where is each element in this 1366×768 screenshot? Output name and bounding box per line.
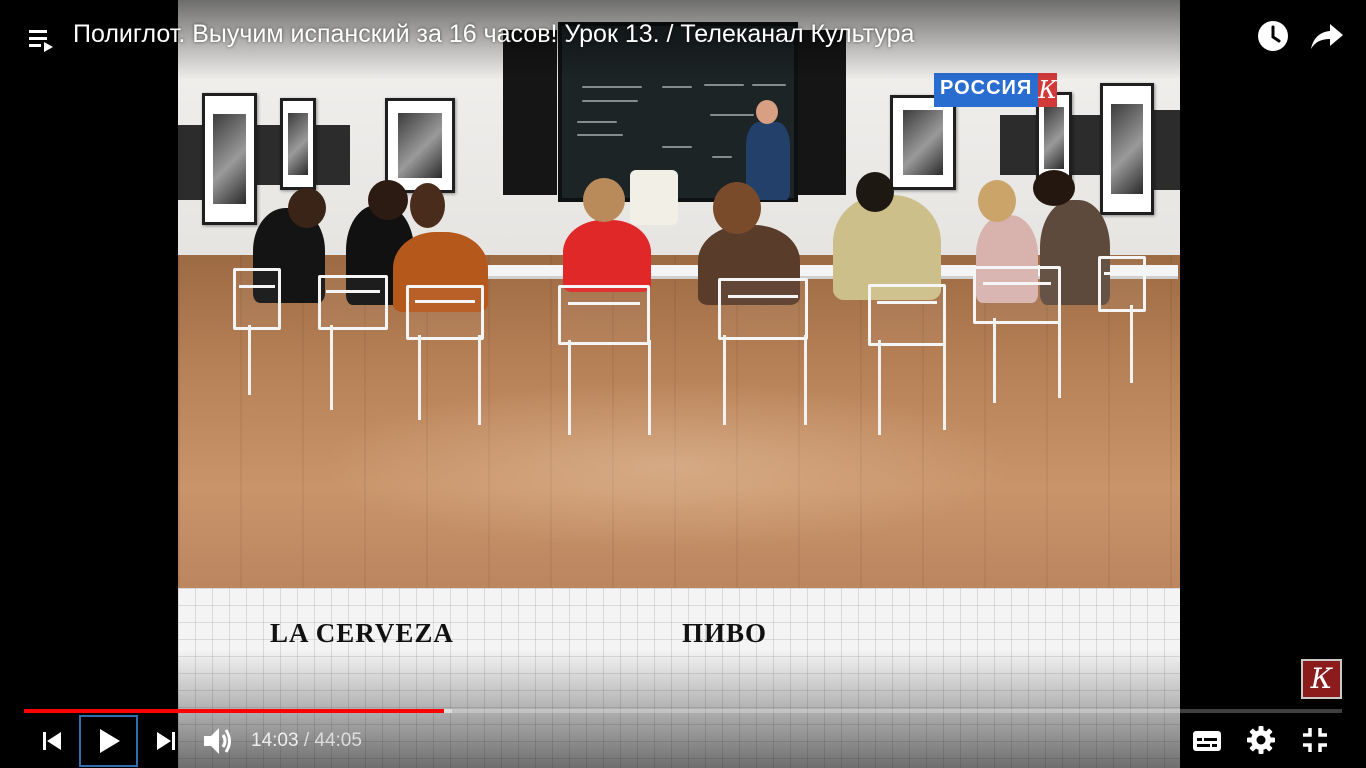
caption-russian-word: ПИВО bbox=[682, 618, 768, 648]
subtitles-button[interactable] bbox=[1190, 726, 1224, 756]
playlist-button[interactable] bbox=[26, 26, 56, 54]
duration: 44:05 bbox=[314, 730, 362, 751]
watch-later-button[interactable] bbox=[1255, 18, 1291, 54]
play-button[interactable] bbox=[79, 715, 138, 767]
student-head bbox=[288, 188, 326, 228]
chair bbox=[973, 266, 1061, 324]
teacher-chair bbox=[630, 170, 678, 225]
chair bbox=[233, 268, 281, 330]
student-head bbox=[1033, 170, 1075, 206]
next-button[interactable] bbox=[148, 722, 184, 760]
chair-leg bbox=[878, 340, 881, 435]
chair-leg bbox=[804, 335, 807, 425]
settings-button[interactable] bbox=[1244, 723, 1278, 757]
clock-icon bbox=[1258, 21, 1288, 51]
floor-reflection bbox=[318, 380, 1018, 550]
chair-leg bbox=[723, 335, 726, 425]
wall-picture bbox=[202, 93, 257, 225]
student-head bbox=[368, 180, 408, 220]
exit-fullscreen-button[interactable] bbox=[1298, 723, 1332, 757]
chair bbox=[318, 275, 388, 330]
chair-leg bbox=[993, 318, 996, 403]
share-button[interactable] bbox=[1308, 18, 1346, 54]
video-title[interactable]: Полиглот. Выучим испанский за 16 часов! … bbox=[73, 20, 914, 49]
subtitles-icon bbox=[1193, 731, 1221, 751]
play-icon bbox=[99, 729, 120, 753]
chair-leg bbox=[330, 325, 333, 410]
wall-picture bbox=[890, 95, 956, 190]
student-head bbox=[978, 180, 1016, 222]
student-head bbox=[713, 182, 761, 234]
skip-previous-icon bbox=[43, 732, 61, 750]
chair bbox=[718, 278, 808, 340]
chair bbox=[558, 285, 650, 345]
skip-next-icon bbox=[157, 732, 175, 750]
teacher-head bbox=[756, 100, 778, 124]
time-separator: / bbox=[303, 730, 310, 751]
chair-leg bbox=[1130, 305, 1133, 383]
chair bbox=[406, 285, 484, 340]
progress-bar[interactable] bbox=[24, 709, 1342, 713]
chair-leg bbox=[943, 340, 946, 430]
volume-icon bbox=[204, 728, 231, 754]
channel-watermark: К bbox=[1301, 659, 1342, 699]
chair-leg bbox=[478, 335, 481, 425]
progress-played bbox=[24, 709, 445, 713]
exit-fullscreen-icon bbox=[1303, 728, 1327, 752]
chair-leg bbox=[1058, 318, 1061, 398]
wall-picture bbox=[1100, 83, 1154, 215]
playlist-icon bbox=[29, 30, 53, 52]
wall-picture bbox=[385, 98, 455, 193]
volume-button[interactable] bbox=[198, 721, 238, 761]
chair-leg bbox=[568, 340, 571, 435]
student-head bbox=[856, 172, 894, 212]
student-head bbox=[410, 183, 445, 228]
student bbox=[563, 220, 651, 292]
chair-leg bbox=[648, 340, 651, 435]
chair-leg bbox=[248, 325, 251, 395]
current-time: 14:03 bbox=[251, 730, 299, 751]
chair bbox=[1098, 256, 1146, 312]
caption-spanish-word: LA CERVEZA bbox=[270, 618, 454, 648]
video-scene: РОССИЯ К bbox=[178, 0, 1180, 588]
chair-leg bbox=[418, 335, 421, 420]
time-display: 14:03 / 44:05 bbox=[251, 730, 362, 752]
student-head bbox=[583, 178, 625, 222]
wall-picture bbox=[280, 98, 316, 190]
chair bbox=[868, 284, 946, 346]
share-icon bbox=[1311, 24, 1343, 49]
gear-icon bbox=[1247, 726, 1275, 754]
previous-button[interactable] bbox=[34, 722, 70, 760]
